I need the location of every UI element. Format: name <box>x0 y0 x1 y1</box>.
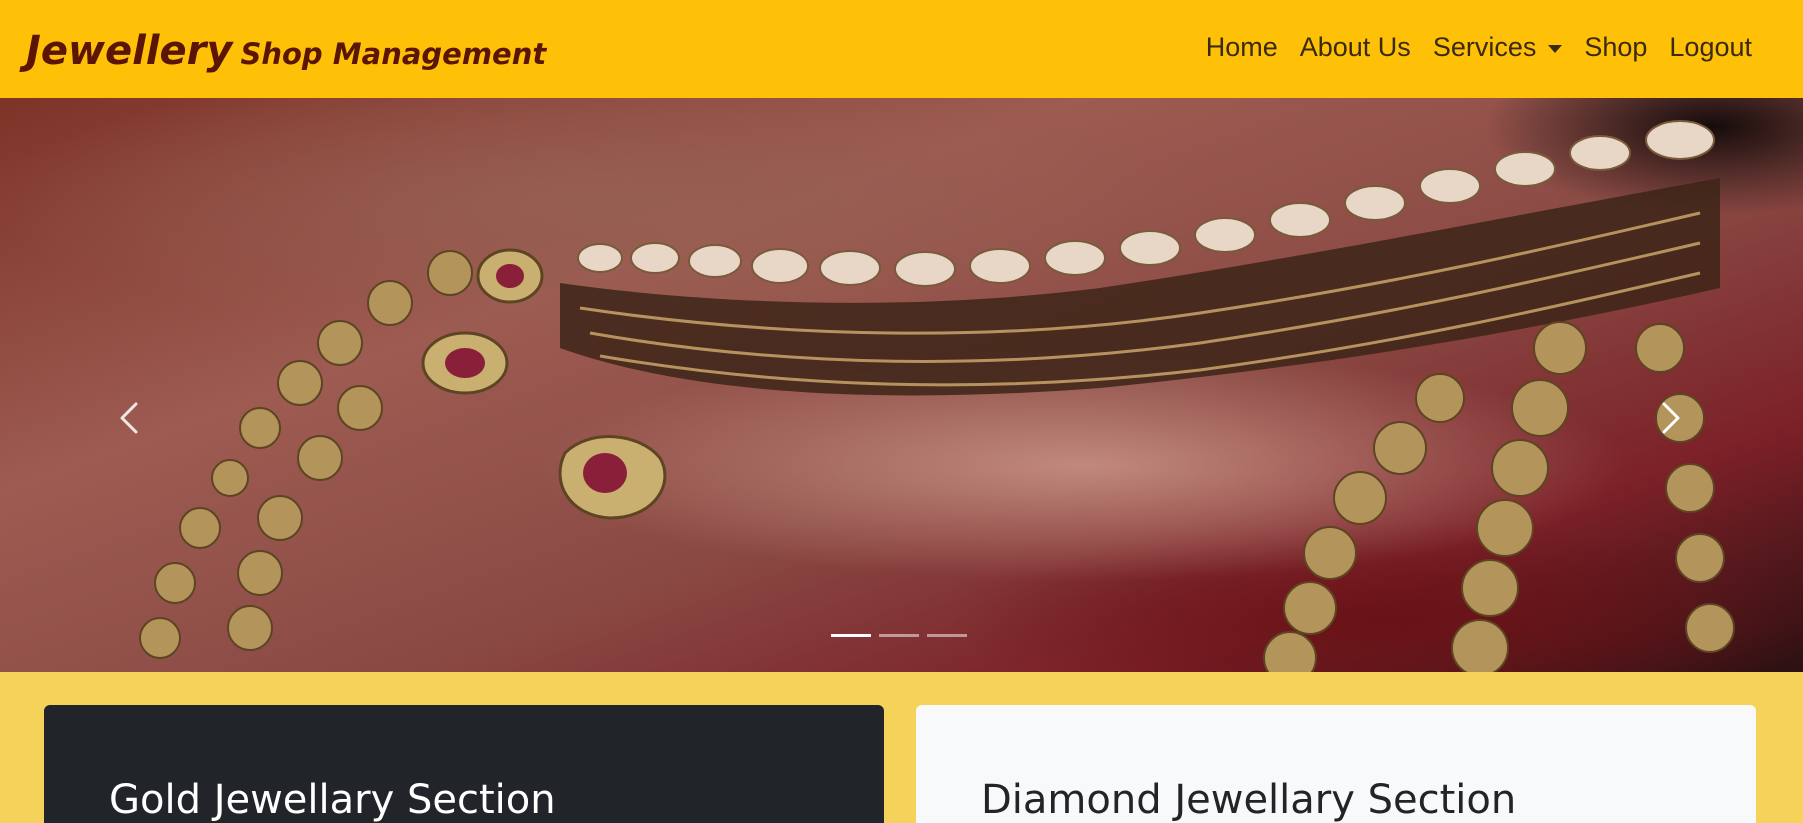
brand-sub-text: Shop Management <box>240 37 547 71</box>
brand-logo[interactable]: Jewellery Shop Management <box>26 28 546 74</box>
carousel-next-button[interactable] <box>1650 398 1690 438</box>
chevron-left-icon <box>120 402 138 434</box>
carousel-indicator-2[interactable] <box>879 634 919 637</box>
navbar: Jewellery Shop Management Home About Us S… <box>0 0 1803 98</box>
main-nav: Home About Us Services Shop Logout <box>1195 32 1763 63</box>
necklace-illustration <box>139 120 1735 672</box>
chevron-right-icon <box>1662 402 1680 434</box>
carousel-prev-button[interactable] <box>110 398 150 438</box>
hero-carousel <box>0 98 1803 672</box>
nav-services-dropdown[interactable]: Services <box>1422 32 1574 63</box>
nav-about-us[interactable]: About Us <box>1289 32 1422 63</box>
nav-logout[interactable]: Logout <box>1658 32 1763 63</box>
diamond-section-card: Diamond Jewellary Section <box>916 705 1756 823</box>
nav-services-label: Services <box>1432 32 1537 62</box>
carousel-indicator-3[interactable] <box>927 634 967 637</box>
carousel-indicators <box>831 634 967 637</box>
carousel-indicator-1[interactable] <box>831 634 871 637</box>
diamond-section-title: Diamond Jewellary Section <box>981 777 1517 823</box>
brand-main-text: Jewellery <box>26 28 233 74</box>
gold-section-card: Gold Jewellary Section <box>44 705 884 823</box>
caret-down-icon <box>1548 44 1563 53</box>
gold-section-title: Gold Jewellary Section <box>109 777 556 823</box>
nav-home[interactable]: Home <box>1195 32 1289 63</box>
nav-shop[interactable]: Shop <box>1573 32 1658 63</box>
